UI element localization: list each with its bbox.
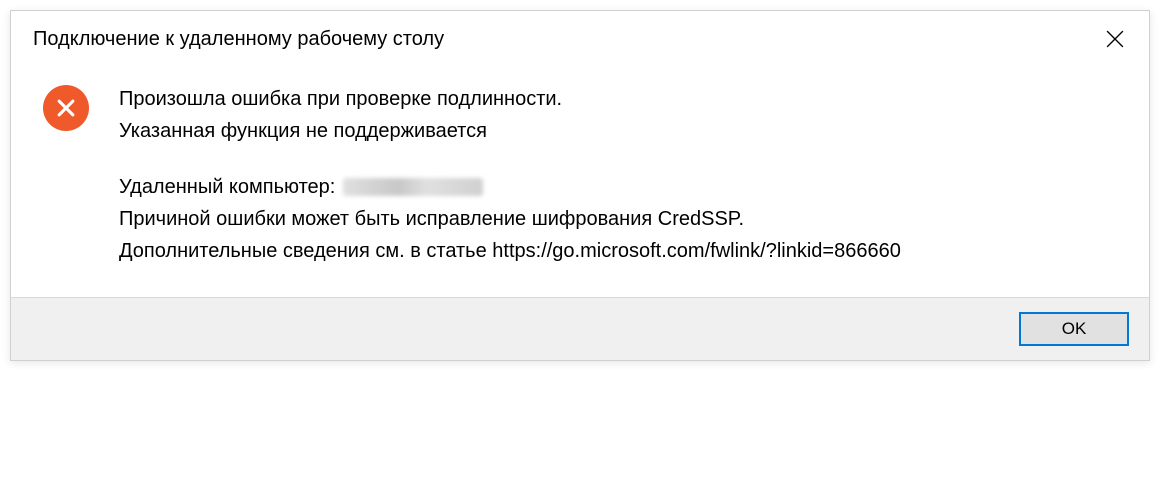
error-cause-line: Причиной ошибки может быть исправление ш… bbox=[119, 203, 901, 235]
button-bar: OK bbox=[11, 297, 1149, 360]
error-icon bbox=[43, 85, 89, 131]
message-block: Произошла ошибка при проверке подлинност… bbox=[119, 83, 901, 267]
close-icon bbox=[1106, 30, 1124, 48]
remote-computer-line: Удаленный компьютер: bbox=[119, 171, 901, 203]
remote-computer-label: Удаленный компьютер: bbox=[119, 171, 335, 203]
error-line-1: Произошла ошибка при проверке подлинност… bbox=[119, 83, 901, 115]
close-button[interactable] bbox=[1101, 25, 1129, 53]
titlebar: Подключение к удаленному рабочему столу bbox=[11, 11, 1149, 63]
more-info-line: Дополнительные сведения см. в статье htt… bbox=[119, 235, 901, 267]
dialog-title: Подключение к удаленному рабочему столу bbox=[33, 28, 444, 51]
ok-button[interactable]: OK bbox=[1019, 312, 1129, 346]
error-line-2: Указанная функция не поддерживается bbox=[119, 115, 901, 147]
error-dialog: Подключение к удаленному рабочему столу … bbox=[10, 10, 1150, 361]
remote-computer-value-redacted bbox=[343, 178, 483, 196]
dialog-body: Произошла ошибка при проверке подлинност… bbox=[11, 63, 1149, 297]
